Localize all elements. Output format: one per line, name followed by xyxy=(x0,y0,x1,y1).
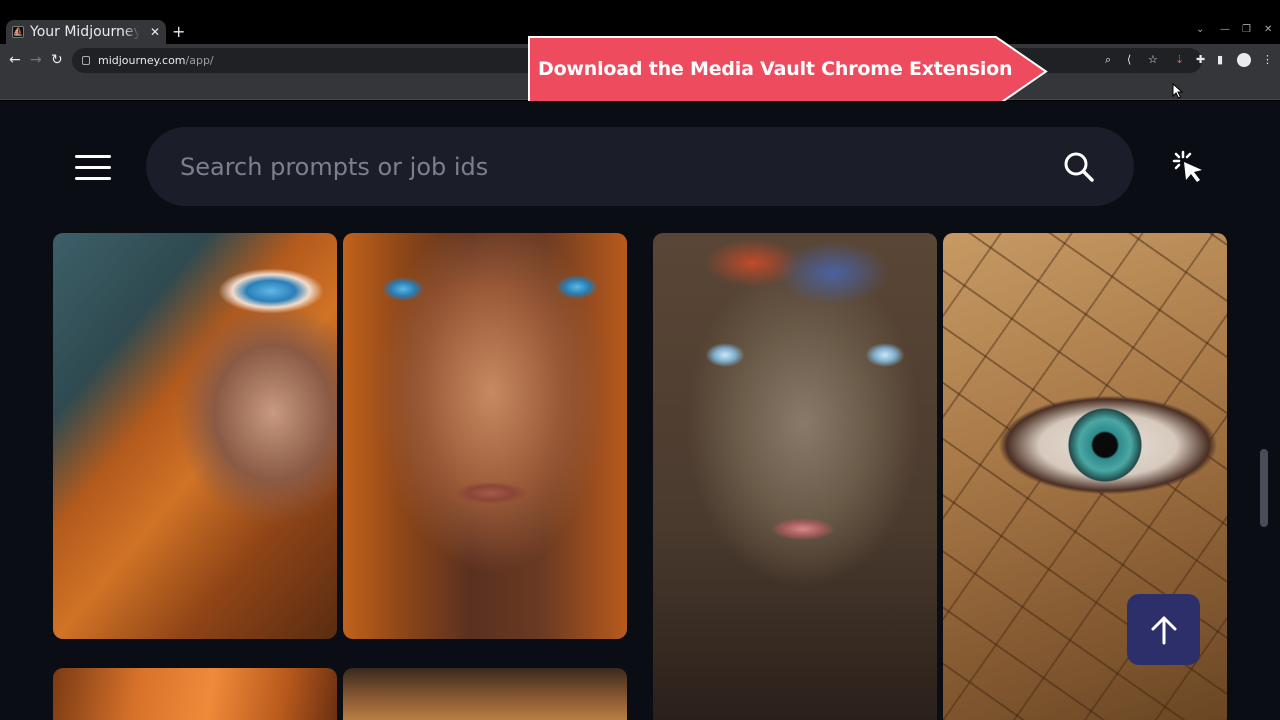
browser-menu-icon[interactable]: ⋮ xyxy=(1262,53,1273,66)
gallery-image[interactable] xyxy=(653,233,937,720)
mouse-cursor-icon xyxy=(1172,83,1184,99)
window-close-icon[interactable]: ✕ xyxy=(1264,24,1272,35)
gallery-image[interactable] xyxy=(53,233,337,639)
reload-icon[interactable]: ↻ xyxy=(51,52,63,68)
midjourney-page xyxy=(0,101,1280,720)
side-panel-icon[interactable]: ▮ xyxy=(1217,53,1223,66)
search-icon[interactable] xyxy=(1062,150,1096,184)
gallery-image[interactable] xyxy=(53,668,337,720)
minimize-icon[interactable]: — xyxy=(1220,24,1230,35)
share-icon[interactable]: ⟨ xyxy=(1127,53,1131,66)
extensions-puzzle-icon[interactable]: ✚ xyxy=(1196,53,1205,66)
restore-icon[interactable]: ❐ xyxy=(1242,24,1251,35)
tab-close-icon[interactable]: ✕ xyxy=(150,25,160,39)
click-sparkle-icon[interactable] xyxy=(1170,149,1206,185)
gallery-image[interactable] xyxy=(343,668,627,720)
banner-text: Download the Media Vault Chrome Extensio… xyxy=(538,58,1013,80)
arrow-up-icon xyxy=(1151,616,1176,644)
midjourney-icon: ⛵ xyxy=(12,26,24,38)
back-icon[interactable]: ← xyxy=(9,52,21,68)
tab-search-icon[interactable]: ⌄ xyxy=(1196,24,1204,35)
new-tab-button[interactable]: + xyxy=(172,22,185,41)
browser-tab[interactable]: ⛵ Your Midjourney Profile ✕ xyxy=(6,20,166,44)
bookmark-star-icon[interactable]: ☆ xyxy=(1148,53,1158,66)
gallery-image[interactable] xyxy=(343,233,627,639)
search-bar[interactable] xyxy=(146,127,1134,206)
hamburger-menu-icon[interactable] xyxy=(75,155,111,181)
scroll-to-top-button[interactable] xyxy=(1127,594,1200,665)
zoom-icon[interactable]: ⌕ xyxy=(1105,53,1111,67)
tab-title: Your Midjourney Profile xyxy=(30,24,140,40)
page-scrollbar[interactable] xyxy=(1260,449,1268,527)
url-text: midjourney.com/app/ xyxy=(98,54,214,67)
lock-icon xyxy=(82,56,90,65)
promo-banner[interactable]: Download the Media Vault Chrome Extensio… xyxy=(528,36,1048,107)
search-input[interactable] xyxy=(180,152,1040,181)
forward-icon[interactable]: → xyxy=(30,52,42,68)
media-vault-extension-icon[interactable]: ⇣ xyxy=(1175,53,1184,66)
profile-avatar[interactable] xyxy=(1237,53,1251,67)
